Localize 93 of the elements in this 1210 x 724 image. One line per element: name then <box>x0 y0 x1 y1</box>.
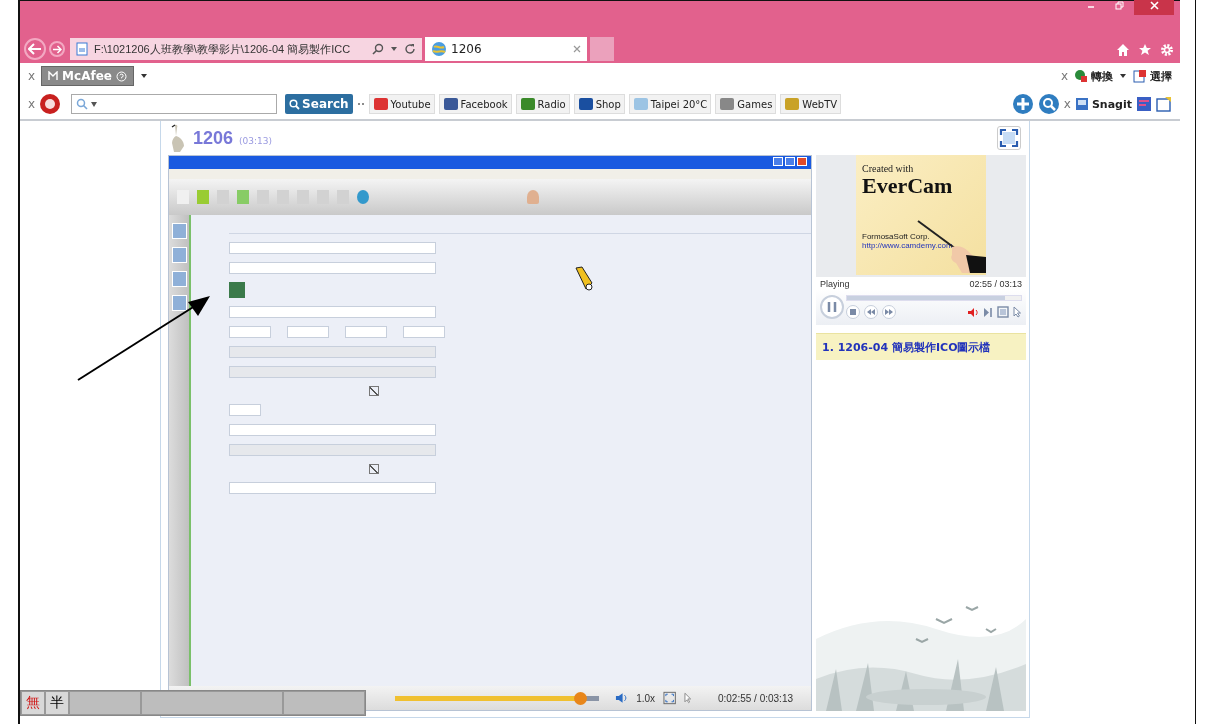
select-icon <box>1133 69 1147 83</box>
pause-button[interactable] <box>820 295 844 319</box>
close-toolbar-mark[interactable]: x <box>28 69 36 83</box>
video-title: 1206 <box>193 127 234 149</box>
input-field <box>403 326 445 338</box>
fullscreen-icon[interactable] <box>663 691 677 705</box>
convert-icon <box>1074 69 1088 83</box>
fast-forward-icon <box>885 309 893 315</box>
next-icon[interactable] <box>983 306 993 318</box>
bird-icon <box>169 123 187 153</box>
pointer-icon[interactable] <box>1013 306 1022 318</box>
fullscreen-icon <box>999 128 1019 148</box>
snagit-button[interactable]: Snagit <box>1074 97 1132 111</box>
bookmark-icon <box>784 97 801 111</box>
screen-icon[interactable] <box>997 306 1009 318</box>
playlist-item[interactable]: 1. 1206-04 簡易製作ICO圖示檔 <box>816 333 1026 360</box>
poster-caption: Created with <box>862 163 915 174</box>
bookmark-icon <box>632 97 649 111</box>
input-field <box>229 326 271 338</box>
volume-icon[interactable] <box>614 692 629 704</box>
pause-icon <box>827 301 837 313</box>
search-button[interactable]: Search <box>285 94 353 114</box>
globe-icon <box>431 41 447 57</box>
playback-status: Playing <box>820 279 850 289</box>
forward-button[interactable] <box>49 41 65 57</box>
cursor-icon[interactable] <box>684 692 692 704</box>
back-arrow-icon <box>28 43 42 55</box>
fullscreen-button[interactable] <box>997 126 1021 150</box>
browser-tab[interactable]: 1206 <box>425 37 587 61</box>
poster-url: http://www.camdemy.com <box>862 241 954 250</box>
close-icon[interactable] <box>573 45 581 53</box>
back-button[interactable] <box>24 38 46 60</box>
search-icon <box>76 98 89 110</box>
rewind-icon <box>867 309 875 315</box>
close-toolbar-mark[interactable]: x <box>1060 69 1068 83</box>
settings-icon[interactable] <box>1160 43 1174 57</box>
bookmark-button[interactable]: Youtube <box>368 94 435 114</box>
close-toolbar-mark[interactable]: x <box>28 97 36 111</box>
input-field <box>345 326 387 338</box>
address-bar[interactable]: F:\1021206人班教學\教學影片\1206-04 簡易製作ICC <box>70 38 422 60</box>
bookmark-button[interactable]: Shop <box>573 94 625 114</box>
convert-button[interactable]: 轉換 <box>1074 68 1113 84</box>
forward-arrow-icon <box>52 44 62 54</box>
close-icon <box>1149 0 1159 10</box>
speaker-icon[interactable] <box>967 306 979 318</box>
select-button[interactable]: 選擇 <box>1133 68 1172 84</box>
add-icon[interactable] <box>1011 93 1034 115</box>
input-field <box>287 326 329 338</box>
refresh-icon[interactable] <box>404 43 416 55</box>
stop-button[interactable] <box>846 305 860 319</box>
bookmark-button[interactable]: Taipei 20°C <box>628 94 712 114</box>
bookmark-icon <box>372 97 389 111</box>
search-icon <box>289 98 301 110</box>
playback-time: 02:55 / 03:13 <box>969 279 1022 289</box>
image-thumbnail <box>229 282 245 298</box>
search-icon[interactable] <box>1037 93 1060 115</box>
close-toolbar-mark[interactable]: x <box>1063 97 1071 111</box>
dropdown-icon[interactable] <box>390 46 398 52</box>
snagit-icon <box>1074 97 1089 111</box>
help-icon <box>115 70 127 82</box>
close-button[interactable] <box>1134 0 1174 15</box>
note-icon[interactable] <box>1156 96 1172 112</box>
bookmark-button[interactable]: Facebook <box>438 94 512 114</box>
bookmark-icon <box>519 97 536 111</box>
star-icon[interactable] <box>1138 43 1152 57</box>
search-icon[interactable] <box>372 43 384 55</box>
window-icon[interactable] <box>1136 96 1152 112</box>
dropdown-icon <box>91 101 98 107</box>
page-icon <box>76 42 88 56</box>
search-field[interactable] <box>71 94 278 114</box>
bookmark-icon <box>442 97 459 111</box>
bookmark-button[interactable]: Games <box>715 94 777 114</box>
fast-forward-button[interactable] <box>882 305 896 319</box>
dropdown-icon[interactable] <box>1119 73 1127 79</box>
more-icon[interactable] <box>356 101 365 107</box>
video-duration: (03:13) <box>239 136 272 146</box>
poster-logo-text: EverCam <box>862 174 954 198</box>
bookmark-button[interactable]: WebTV <box>780 94 842 114</box>
restore-icon <box>1114 0 1124 10</box>
bookmark-icon <box>577 97 594 111</box>
bookmark-button[interactable]: Radio <box>515 94 570 114</box>
poster-company: FormosaSoft Corp. <box>862 232 931 241</box>
rewind-button[interactable] <box>864 305 878 319</box>
home-icon[interactable] <box>1116 43 1130 57</box>
stop-icon <box>850 309 856 315</box>
dropdown-icon[interactable] <box>139 73 148 79</box>
ime-width-button[interactable]: 半 <box>45 691 69 715</box>
bookmark-icon <box>719 97 736 111</box>
video-time: 0:02:55 / 0:03:13 <box>717 692 793 704</box>
pencil-cursor-icon <box>574 266 594 292</box>
speed-button[interactable]: 1.0x <box>636 692 656 704</box>
ime-mode-button[interactable]: 無 <box>21 691 45 715</box>
spin-field <box>229 404 261 416</box>
